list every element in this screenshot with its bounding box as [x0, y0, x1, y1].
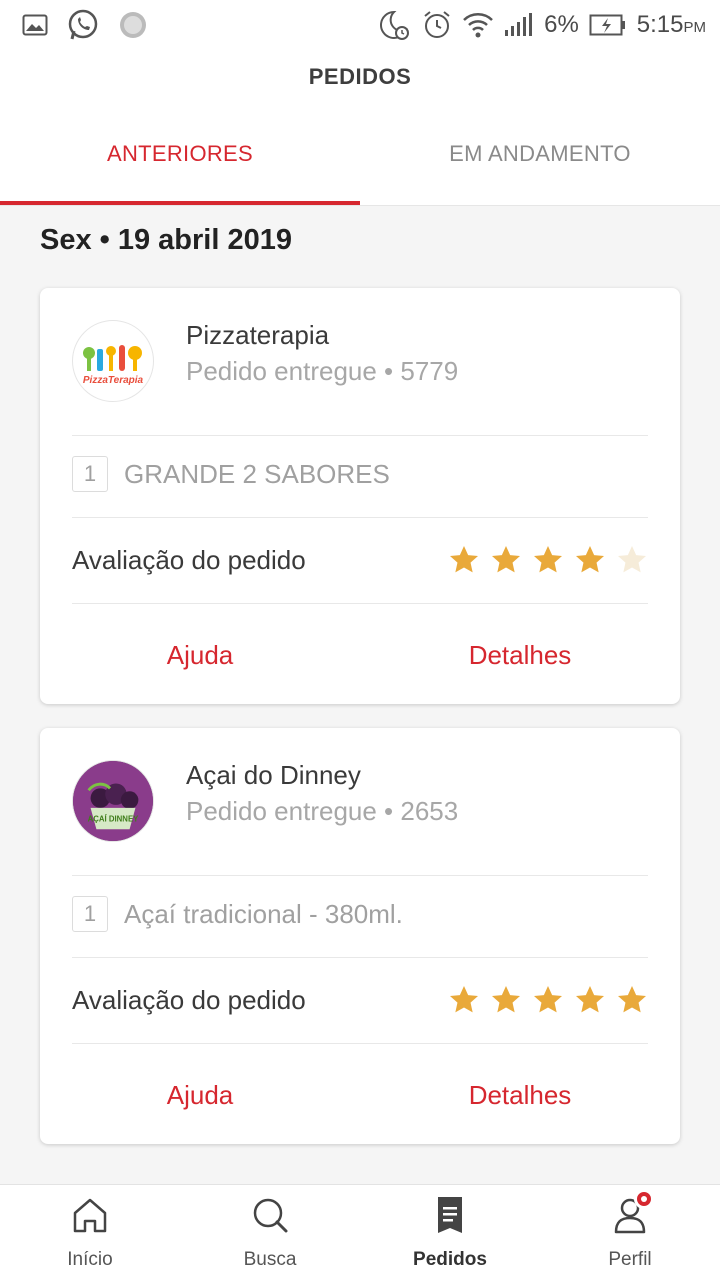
- help-button[interactable]: Ajuda: [40, 610, 360, 700]
- item-quantity: 1: [72, 456, 108, 492]
- star-icon[interactable]: [616, 544, 648, 576]
- loading-icon: [118, 10, 148, 40]
- alarm-icon: [422, 10, 452, 40]
- restaurant-name: Açai do Dinney: [186, 760, 361, 790]
- details-button[interactable]: Detalhes: [360, 1050, 680, 1140]
- page-title: PEDIDOS: [308, 64, 412, 89]
- nav-item-pedidos[interactable]: Pedidos: [360, 1185, 540, 1280]
- tab-em-andamento-label: EM ANDAMENTO: [449, 141, 631, 166]
- order-status: Pedido entregue • 2653: [186, 796, 459, 826]
- star-icon[interactable]: [490, 984, 522, 1016]
- order-header[interactable]: AÇAÍ DINNEY Açai do Dinney Pedido entreg…: [40, 728, 680, 876]
- divider: [72, 603, 648, 604]
- home-icon: [70, 1195, 110, 1235]
- divider: [72, 957, 648, 958]
- rating-label: Avaliação do pedido: [72, 544, 306, 575]
- tab-anteriores-label: ANTERIORES: [106, 141, 254, 166]
- divider: [72, 435, 648, 436]
- order-card: PizzaTerapia Pizzaterapia Pedido entregu…: [40, 288, 680, 704]
- order-status: Pedido entregue • 5779: [186, 356, 459, 386]
- tab-bar: ANTERIORES EM ANDAMENTO: [0, 114, 720, 206]
- logo-wordmark: PizzaTerapia: [83, 375, 144, 386]
- orders-icon: [430, 1195, 470, 1235]
- divider: [72, 517, 648, 518]
- star-icon[interactable]: [532, 544, 564, 576]
- divider: [72, 875, 648, 876]
- card-actions: Ajuda Detalhes: [40, 610, 680, 700]
- battery-percent: 6%: [544, 11, 579, 38]
- order-header[interactable]: PizzaTerapia Pizzaterapia Pedido entregu…: [40, 288, 680, 436]
- tab-em-andamento[interactable]: EM ANDAMENTO: [360, 114, 720, 206]
- rating-row: Avaliação do pedido: [72, 978, 648, 1022]
- tab-anteriores[interactable]: ANTERIORES: [0, 114, 360, 206]
- restaurant-logo: PizzaTerapia: [72, 320, 154, 402]
- star-icon[interactable]: [574, 984, 606, 1016]
- notification-badge: [634, 1189, 654, 1209]
- nav-label-perfil: Perfil: [608, 1249, 652, 1270]
- restaurant-name: Pizzaterapia: [186, 320, 330, 350]
- whatsapp-icon: [66, 8, 100, 42]
- item-description: GRANDE 2 SABORES: [124, 458, 390, 489]
- details-button[interactable]: Detalhes: [360, 610, 680, 700]
- restaurant-logo: AÇAÍ DINNEY: [72, 760, 154, 842]
- profile-icon: [610, 1189, 654, 1235]
- nav-label-busca: Busca: [243, 1249, 297, 1270]
- nav-label-pedidos: Pedidos: [413, 1249, 487, 1270]
- star-rating[interactable]: [448, 544, 648, 576]
- star-icon[interactable]: [490, 544, 522, 576]
- item-quantity: 1: [72, 896, 108, 932]
- app-header: PEDIDOS ANTERIORES EM ANDAMENTO: [0, 50, 720, 206]
- star-icon[interactable]: [616, 984, 648, 1016]
- signal-icon: [504, 12, 534, 38]
- rating-label: Avaliação do pedido: [72, 984, 306, 1015]
- star-rating[interactable]: [448, 984, 648, 1016]
- search-icon: [250, 1195, 290, 1235]
- divider: [72, 1043, 648, 1044]
- nav-item-perfil[interactable]: Perfil: [540, 1185, 720, 1280]
- order-item: 1 Açaí tradicional - 380ml.: [72, 894, 403, 934]
- star-icon[interactable]: [448, 984, 480, 1016]
- date-heading: Sex • 19 abril 2019: [40, 224, 292, 256]
- nav-label-inicio: Início: [67, 1249, 113, 1270]
- card-actions: Ajuda Detalhes: [40, 1050, 680, 1140]
- star-icon[interactable]: [532, 984, 564, 1016]
- item-description: Açaí tradicional - 380ml.: [124, 898, 403, 929]
- help-button[interactable]: Ajuda: [40, 1050, 360, 1140]
- nav-item-busca[interactable]: Busca: [180, 1185, 360, 1280]
- nav-item-inicio[interactable]: Início: [0, 1185, 180, 1280]
- star-icon[interactable]: [574, 544, 606, 576]
- wifi-icon: [462, 10, 494, 40]
- star-icon[interactable]: [448, 544, 480, 576]
- rating-row: Avaliação do pedido: [72, 538, 648, 582]
- bottom-navigation: Início Busca Pedidos Perfil: [0, 1184, 720, 1280]
- order-item: 1 GRANDE 2 SABORES: [72, 454, 390, 494]
- order-card: AÇAÍ DINNEY Açai do Dinney Pedido entreg…: [40, 728, 680, 1144]
- clock: 5:15PM: [636, 11, 706, 38]
- header-divider: [0, 205, 720, 206]
- battery-charging-icon: [589, 13, 627, 37]
- status-bar: 6% 5:15PM: [0, 0, 720, 50]
- logo-wordmark: AÇAÍ DINNEY: [88, 814, 139, 823]
- do-not-disturb-icon: [378, 9, 412, 41]
- image-notification-icon: [22, 14, 48, 36]
